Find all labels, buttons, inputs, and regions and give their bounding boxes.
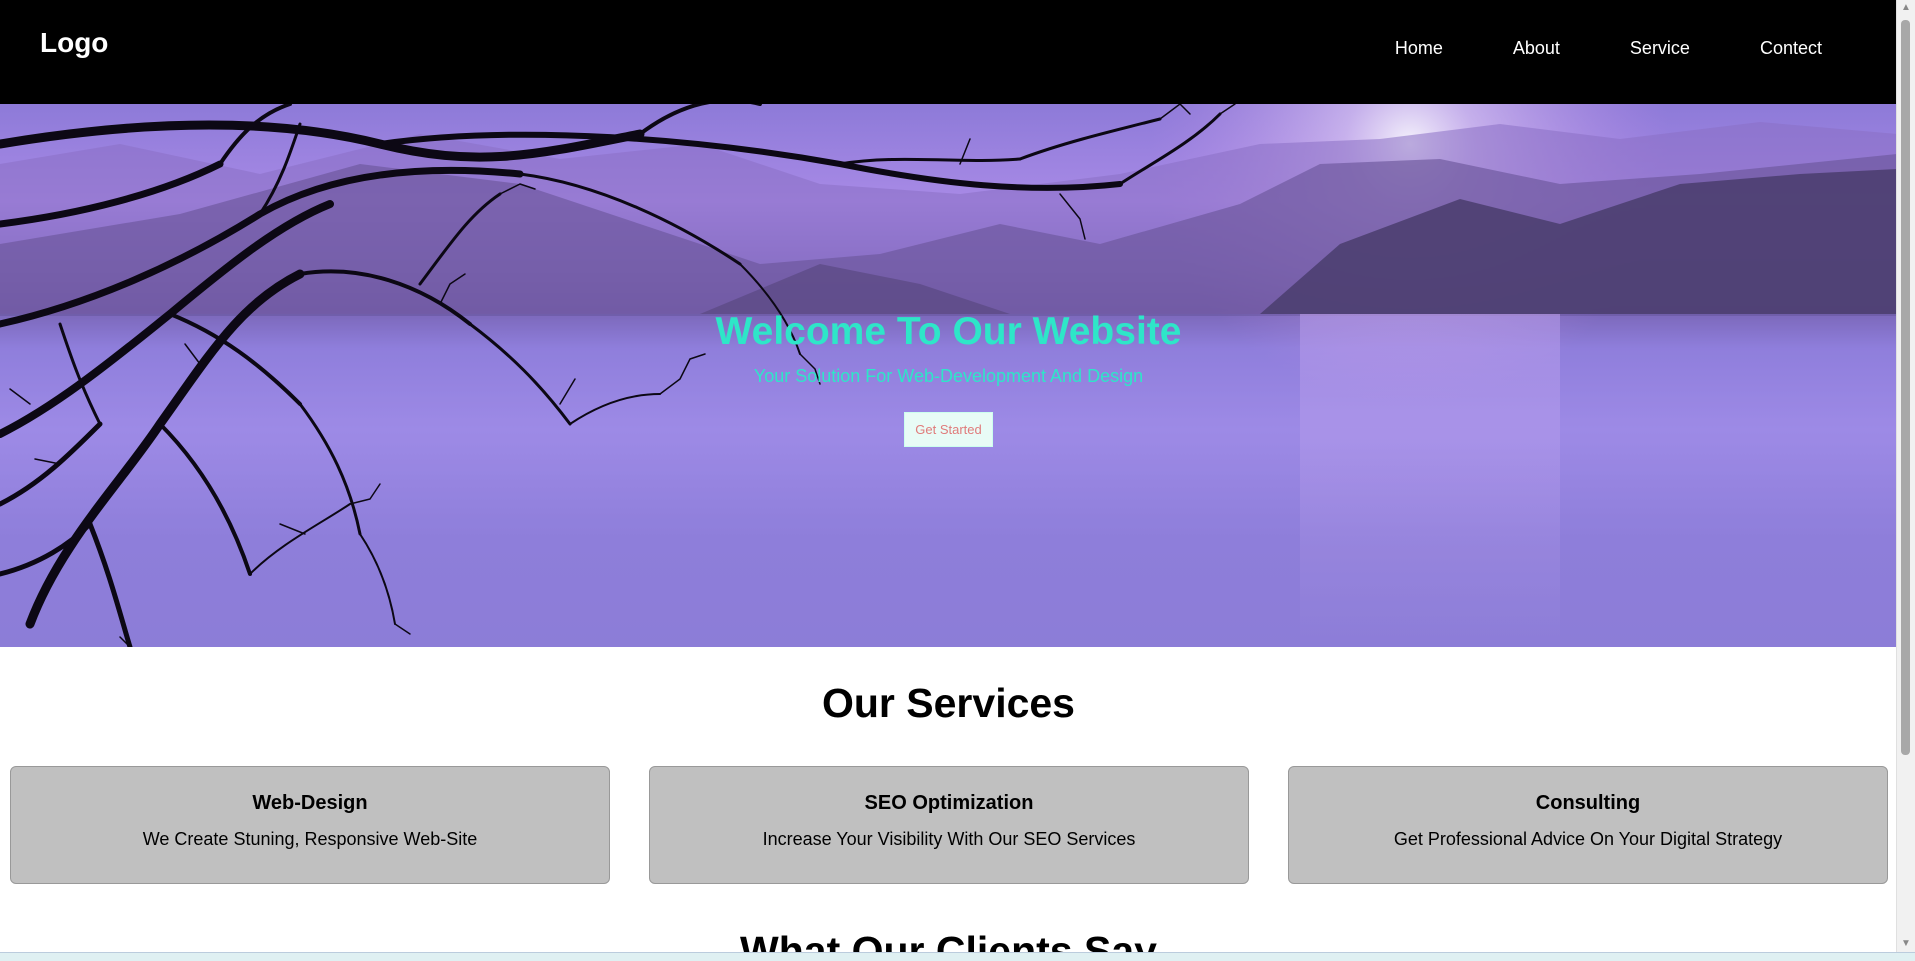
nav-service-link[interactable]: Service: [1630, 38, 1690, 59]
services-cards: Web-Design We Create Stuning, Responsive…: [10, 766, 1888, 884]
site-header: Logo Home About Service Contect: [0, 0, 1897, 104]
service-card-text: Get Professional Advice On Your Digital …: [1393, 829, 1783, 849]
services-heading: Our Services: [822, 680, 1075, 726]
browser-viewport: Logo Home About Service Contect Welcome …: [0, 0, 1915, 952]
service-card-seo: SEO Optimization Increase Your Visibilit…: [649, 766, 1249, 884]
service-card-consulting: Consulting Get Professional Advice On Yo…: [1288, 766, 1888, 884]
nav-contact-link[interactable]: Contect: [1760, 38, 1822, 59]
clients-heading: What Our Clients Say: [740, 928, 1157, 952]
service-card-text: We Create Stuning, Responsive Web-Site: [142, 829, 478, 849]
get-started-button[interactable]: Get Started: [904, 412, 993, 447]
main-nav: Home About Service Contect: [1325, 38, 1822, 59]
hero-title: Welcome To Our Website: [715, 310, 1182, 353]
service-card-title: SEO Optimization: [864, 792, 1034, 814]
vertical-scrollbar[interactable]: ▲ ▼: [1896, 0, 1915, 952]
service-card-text: Increase Your Visibility With Our SEO Se…: [762, 829, 1136, 849]
page-content: Logo Home About Service Contect Welcome …: [0, 0, 1897, 952]
nav-about-link[interactable]: About: [1513, 38, 1560, 59]
site-logo[interactable]: Logo: [40, 27, 108, 59]
scroll-down-icon[interactable]: ▼: [1897, 936, 1915, 952]
scroll-up-icon[interactable]: ▲: [1897, 0, 1915, 16]
service-card-web-design: Web-Design We Create Stuning, Responsive…: [10, 766, 610, 884]
hero-subtitle: Your Solution For Web-Development And De…: [753, 366, 1144, 386]
nav-home-link[interactable]: Home: [1395, 38, 1443, 59]
hero-section: Welcome To Our Website Your Solution For…: [0, 104, 1897, 647]
service-card-title: Consulting: [1535, 792, 1641, 814]
service-card-title: Web-Design: [252, 792, 368, 814]
scrollbar-thumb[interactable]: [1901, 20, 1910, 755]
